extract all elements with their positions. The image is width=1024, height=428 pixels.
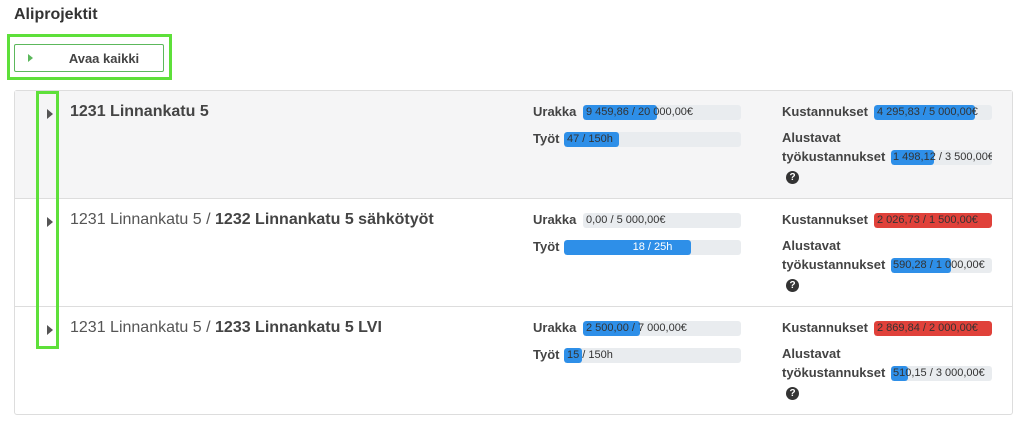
page-title: Aliprojektit [14, 6, 98, 23]
kustannukset-label: Kustannukset [782, 104, 868, 119]
alustavat-progress-text: 1 498,12 / 3 500,00€ [893, 151, 992, 163]
urakka-label: Urakka [533, 212, 577, 227]
alustavat-label: Alustavat [782, 130, 841, 145]
tyot-progress-bar: 15 / 150h [564, 348, 741, 363]
tyot-progress-bar: 18 / 25h [564, 240, 741, 255]
parent-project-prefix: 1231 Linnankatu 5 / [70, 211, 216, 228]
urakka-label: Urakka [533, 320, 577, 335]
subproject-name: 1231 Linnankatu 5 / 1233 Linnankatu 5 LV… [70, 319, 382, 337]
alustavat-progress-text: 590,28 / 1 000,00€ [893, 259, 985, 271]
alustavat-progress-bar: 590,28 / 1 000,00€ [891, 258, 992, 273]
kustannukset-progress-bar: 4 295,83 / 5 000,00€ [874, 105, 992, 120]
tyot-progress-bar: 47 / 150h [564, 132, 741, 147]
alustavat-label-cont: työkustannukset [782, 257, 886, 272]
kustannukset-label: Kustannukset [782, 212, 868, 227]
subprojects-panel: 1231 Linnankatu 5 Urakka 9 459,86 / 20 000… [14, 90, 1013, 415]
tyot-progress-text: 47 / 150h [567, 133, 613, 145]
alustavat-label-cont: työkustannukset [782, 365, 886, 380]
urakka-label: Urakka [533, 104, 577, 119]
project-name: 1231 Linnankatu 5 [70, 103, 209, 120]
project-name: 1233 Linnankatu 5 LVI [215, 319, 382, 336]
alustavat-progress-text: 510,15 / 3 000,00€ [893, 367, 985, 379]
help-icon[interactable]: ? [786, 171, 799, 184]
open-all-button[interactable]: Avaa kaikki [14, 44, 164, 72]
open-all-label: Avaa kaikki [68, 50, 140, 66]
tyot-label: Työt [533, 347, 560, 362]
subproject-name: 1231 Linnankatu 5 / 1232 Linnankatu 5 sä… [70, 211, 434, 229]
alustavat-label: Alustavat [782, 238, 841, 253]
tyot-label: Työt [533, 239, 560, 254]
urakka-progress-bar: 2 500,00 / 7 000,00€ [583, 321, 741, 336]
toggle-column-highlight [36, 91, 59, 349]
subproject-row: 1231 Linnankatu 5 Urakka 9 459,86 / 20 000… [15, 91, 1012, 199]
help-icon[interactable]: ? [786, 387, 799, 400]
urakka-progress-bar: 9 459,86 / 20 000,00€ [583, 105, 741, 120]
alustavat-progress-bar: 510,15 / 3 000,00€ [891, 366, 992, 381]
kustannukset-progress-bar: 2 869,84 / 2 000,00€ [874, 321, 992, 336]
urakka-progress-text: 2 500,00 / 7 000,00€ [586, 322, 687, 334]
subproject-name: 1231 Linnankatu 5 [70, 103, 209, 121]
kustannukset-progress-bar: 2 026,73 / 1 500,00€ [874, 213, 992, 228]
subproject-row: 1231 Linnankatu 5 / 1233 Linnankatu 5 LV… [15, 307, 1012, 414]
project-name: 1232 Linnankatu 5 sähkötyöt [215, 211, 434, 228]
kustannukset-label: Kustannukset [782, 320, 868, 335]
urakka-progress-bar: 0,00 / 5 000,00€ [583, 213, 741, 228]
parent-project-prefix: 1231 Linnankatu 5 / [70, 319, 216, 336]
kustannukset-progress-text: 4 295,83 / 5 000,00€ [877, 106, 978, 118]
alustavat-label-cont: työkustannukset [782, 149, 886, 164]
tyot-progress-text: 18 / 25h [632, 241, 673, 253]
alustavat-progress-bar: 1 498,12 / 3 500,00€ [891, 150, 992, 165]
kustannukset-progress-text: 2 869,84 / 2 000,00€ [877, 322, 978, 334]
tyot-progress-text: 15 / 150h [567, 349, 613, 361]
help-icon[interactable]: ? [786, 279, 799, 292]
tyot-label: Työt [533, 131, 560, 146]
kustannukset-progress-text: 2 026,73 / 1 500,00€ [877, 214, 978, 226]
alustavat-label: Alustavat [782, 346, 841, 361]
urakka-progress-text: 0,00 / 5 000,00€ [586, 214, 666, 226]
urakka-progress-text: 9 459,86 / 20 000,00€ [586, 106, 694, 118]
subproject-row: 1231 Linnankatu 5 / 1232 Linnankatu 5 sä… [15, 199, 1012, 307]
